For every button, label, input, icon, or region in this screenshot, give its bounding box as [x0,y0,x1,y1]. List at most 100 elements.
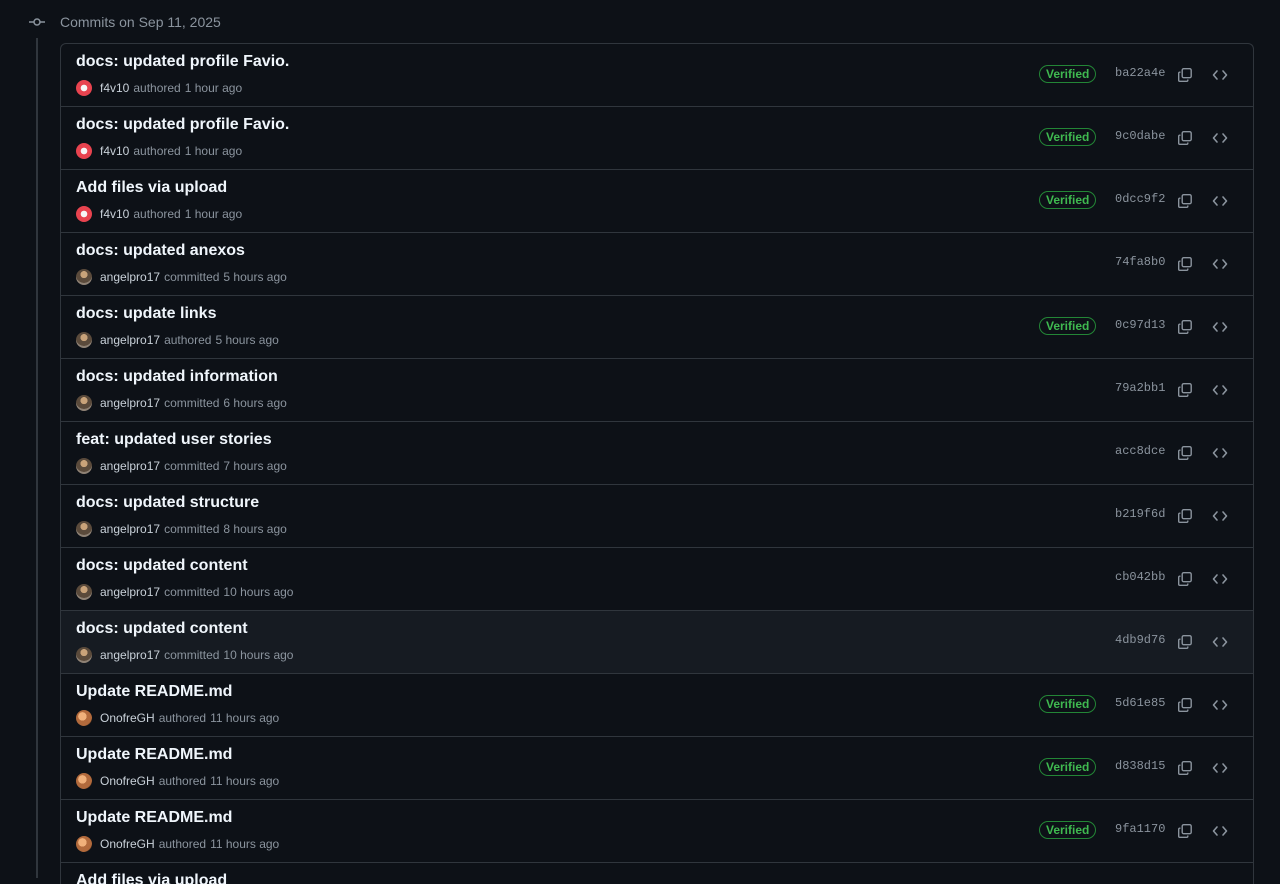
commit-sha[interactable]: acc8dce [1115,444,1165,458]
commit-title[interactable]: feat: updated user stories [76,431,272,449]
commit-sha[interactable]: 79a2bb1 [1115,381,1165,395]
copy-sha-button[interactable] [1173,504,1197,528]
code-icon [1212,511,1228,521]
browse-repo-button[interactable] [1208,819,1232,843]
avatar[interactable] [76,584,92,600]
commit-sha[interactable]: 5d61e85 [1115,696,1165,710]
commit-meta: f4v10 authored 1 hour ago [76,142,242,160]
commit-author[interactable]: angelpro17 [100,396,160,410]
verified-badge[interactable]: Verified [1039,191,1097,209]
commit-row: docs: updated structure angelpro17 commi… [61,485,1253,548]
copy-sha-button[interactable] [1173,126,1197,150]
avatar[interactable] [76,647,92,663]
commit-row: Update README.md OnofreGH authored 11 ho… [61,674,1253,737]
commit-title[interactable]: docs: updated content [76,620,248,638]
commit-sha[interactable]: 0c97d13 [1115,318,1165,332]
avatar[interactable] [76,395,92,411]
commit-title[interactable]: docs: updated anexos [76,242,245,260]
copy-sha-button[interactable] [1173,693,1197,717]
copy-sha-button[interactable] [1173,630,1197,654]
avatar[interactable] [76,458,92,474]
commit-sha[interactable]: 74fa8b0 [1115,255,1165,269]
commit-time: 7 hours ago [223,459,287,473]
browse-repo-button[interactable] [1208,252,1232,276]
avatar[interactable] [76,269,92,285]
commit-sha[interactable]: 9c0dabe [1115,129,1165,143]
copy-sha-button[interactable] [1173,756,1197,780]
commit-author[interactable]: f4v10 [100,144,129,158]
browse-repo-button[interactable] [1208,189,1232,213]
commit-row: Add files via upload f4v10 authored 1 ho… [61,170,1253,233]
avatar[interactable] [76,521,92,537]
verified-badge[interactable]: Verified [1039,65,1097,83]
avatar[interactable] [76,836,92,852]
copy-sha-button[interactable] [1173,378,1197,402]
commit-sha[interactable]: cb042bb [1115,570,1165,584]
commit-sha[interactable]: b219f6d [1115,507,1165,521]
verified-badge[interactable]: Verified [1039,758,1097,776]
verified-badge[interactable]: Verified [1039,317,1097,335]
commit-author[interactable]: angelpro17 [100,459,160,473]
commit-title[interactable]: docs: updated profile Favio. [76,116,289,134]
commit-author[interactable]: angelpro17 [100,522,160,536]
code-icon [1212,448,1228,458]
copy-sha-button[interactable] [1173,819,1197,843]
commit-title[interactable]: Update README.md [76,809,232,827]
browse-repo-button[interactable] [1208,63,1232,87]
commit-author[interactable]: OnofreGH [100,711,155,725]
commit-meta: angelpro17 committed 5 hours ago [76,268,287,286]
copy-icon [1178,509,1192,523]
avatar[interactable] [76,332,92,348]
commit-title[interactable]: Update README.md [76,746,232,764]
copy-icon [1178,131,1192,145]
commit-author[interactable]: OnofreGH [100,774,155,788]
commit-author[interactable]: OnofreGH [100,837,155,851]
copy-sha-button[interactable] [1173,441,1197,465]
commit-title[interactable]: Update README.md [76,683,232,701]
avatar[interactable] [76,206,92,222]
commit-row: docs: updated profile Favio. f4v10 autho… [61,44,1253,107]
commit-sha[interactable]: ba22a4e [1115,66,1165,80]
browse-repo-button[interactable] [1208,567,1232,591]
commit-author[interactable]: angelpro17 [100,585,160,599]
commit-title[interactable]: docs: updated structure [76,494,259,512]
copy-sha-button[interactable] [1173,315,1197,339]
commit-row: docs: updated content angelpro17 committ… [61,548,1253,611]
browse-repo-button[interactable] [1208,693,1232,717]
commit-author[interactable]: angelpro17 [100,270,160,284]
commit-title[interactable]: docs: update links [76,305,216,323]
verified-badge[interactable]: Verified [1039,821,1097,839]
copy-sha-button[interactable] [1173,189,1197,213]
copy-sha-button[interactable] [1173,567,1197,591]
copy-sha-button[interactable] [1173,252,1197,276]
browse-repo-button[interactable] [1208,630,1232,654]
verified-badge[interactable]: Verified [1039,695,1097,713]
browse-repo-button[interactable] [1208,315,1232,339]
avatar[interactable] [76,80,92,96]
commit-author[interactable]: f4v10 [100,207,129,221]
commit-row: Update README.md OnofreGH authored 11 ho… [61,800,1253,863]
avatar[interactable] [76,773,92,789]
commit-title[interactable]: docs: updated profile Favio. [76,53,289,71]
avatar[interactable] [76,143,92,159]
browse-repo-button[interactable] [1208,504,1232,528]
copy-sha-button[interactable] [1173,63,1197,87]
browse-repo-button[interactable] [1208,756,1232,780]
browse-repo-button[interactable] [1208,126,1232,150]
commit-title[interactable]: Add files via upload [76,872,227,884]
browse-repo-button[interactable] [1208,378,1232,402]
commit-sha[interactable]: 4db9d76 [1115,633,1165,647]
commit-title[interactable]: docs: updated information [76,368,278,386]
commit-sha[interactable]: 0dcc9f2 [1115,192,1165,206]
commit-title[interactable]: docs: updated content [76,557,248,575]
commit-time: 10 hours ago [223,585,294,599]
commit-title[interactable]: Add files via upload [76,179,227,197]
commit-sha[interactable]: d838d15 [1115,759,1165,773]
avatar[interactable] [76,710,92,726]
commit-author[interactable]: f4v10 [100,81,129,95]
commit-author[interactable]: angelpro17 [100,333,160,347]
verified-badge[interactable]: Verified [1039,128,1097,146]
commit-sha[interactable]: 9fa1170 [1115,822,1165,836]
browse-repo-button[interactable] [1208,441,1232,465]
commit-author[interactable]: angelpro17 [100,648,160,662]
